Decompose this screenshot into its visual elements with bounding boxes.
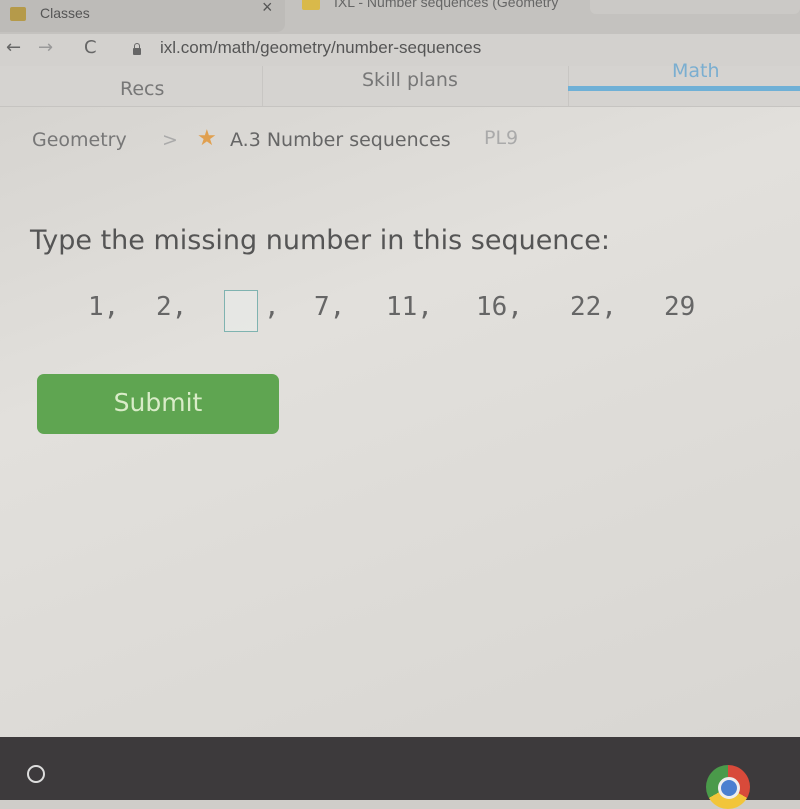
ixl-favicon-icon <box>302 0 320 10</box>
lock-icon[interactable] <box>133 43 141 55</box>
reload-icon[interactable]: C <box>84 37 97 58</box>
sequence-term: 11, <box>386 292 433 322</box>
chevron-right-icon: > <box>162 129 178 151</box>
launcher-icon[interactable] <box>27 765 45 783</box>
missing-number-input[interactable] <box>224 290 258 332</box>
star-icon: ★ <box>197 126 217 151</box>
tab-title: IXL - Number sequences (Geometry <box>334 0 559 10</box>
tab-classes[interactable]: Classes × <box>0 0 285 32</box>
nav-skill-plans[interactable]: Skill plans <box>362 69 458 91</box>
nav-math[interactable]: Math <box>672 60 720 82</box>
skill-code: PL9 <box>484 127 519 149</box>
tab-placeholder[interactable] <box>590 0 800 14</box>
submit-button[interactable]: Submit <box>37 374 279 434</box>
nav-divider <box>262 66 263 106</box>
breadcrumb-skill: A.3 Number sequences <box>230 129 451 151</box>
browser-tabstrip: Classes × IXL - Number sequences (Geomet… <box>0 0 800 34</box>
sequence-term: 22, <box>570 292 617 322</box>
tab-title: Classes <box>40 5 90 21</box>
classroom-favicon-icon <box>10 7 26 21</box>
sequence-term: 29 <box>664 292 696 322</box>
os-shelf <box>0 737 800 809</box>
forward-arrow-icon[interactable]: → <box>38 37 53 58</box>
close-tab-icon[interactable]: × <box>262 0 273 18</box>
sequence-term: 1, <box>88 292 120 322</box>
url-input[interactable]: ixl.com/math/geometry/number-sequences <box>160 38 481 58</box>
active-tab-underline <box>568 86 800 91</box>
sequence-term: 7, <box>314 292 346 322</box>
practice-area: Geometry > ★ A.3 Number sequences PL9 Ty… <box>0 107 800 737</box>
nav-recs[interactable]: Recs <box>120 78 164 100</box>
site-subnav: Recs Skill plans Math <box>0 60 800 107</box>
chrome-icon[interactable] <box>706 765 750 809</box>
breadcrumb-geometry[interactable]: Geometry <box>32 129 127 151</box>
sequence-comma: , <box>264 292 280 322</box>
question-prompt: Type the missing number in this sequence… <box>30 225 610 256</box>
sequence-term: 16, <box>476 292 523 322</box>
back-arrow-icon[interactable]: ← <box>6 37 21 58</box>
sequence-term: 2, <box>156 292 188 322</box>
